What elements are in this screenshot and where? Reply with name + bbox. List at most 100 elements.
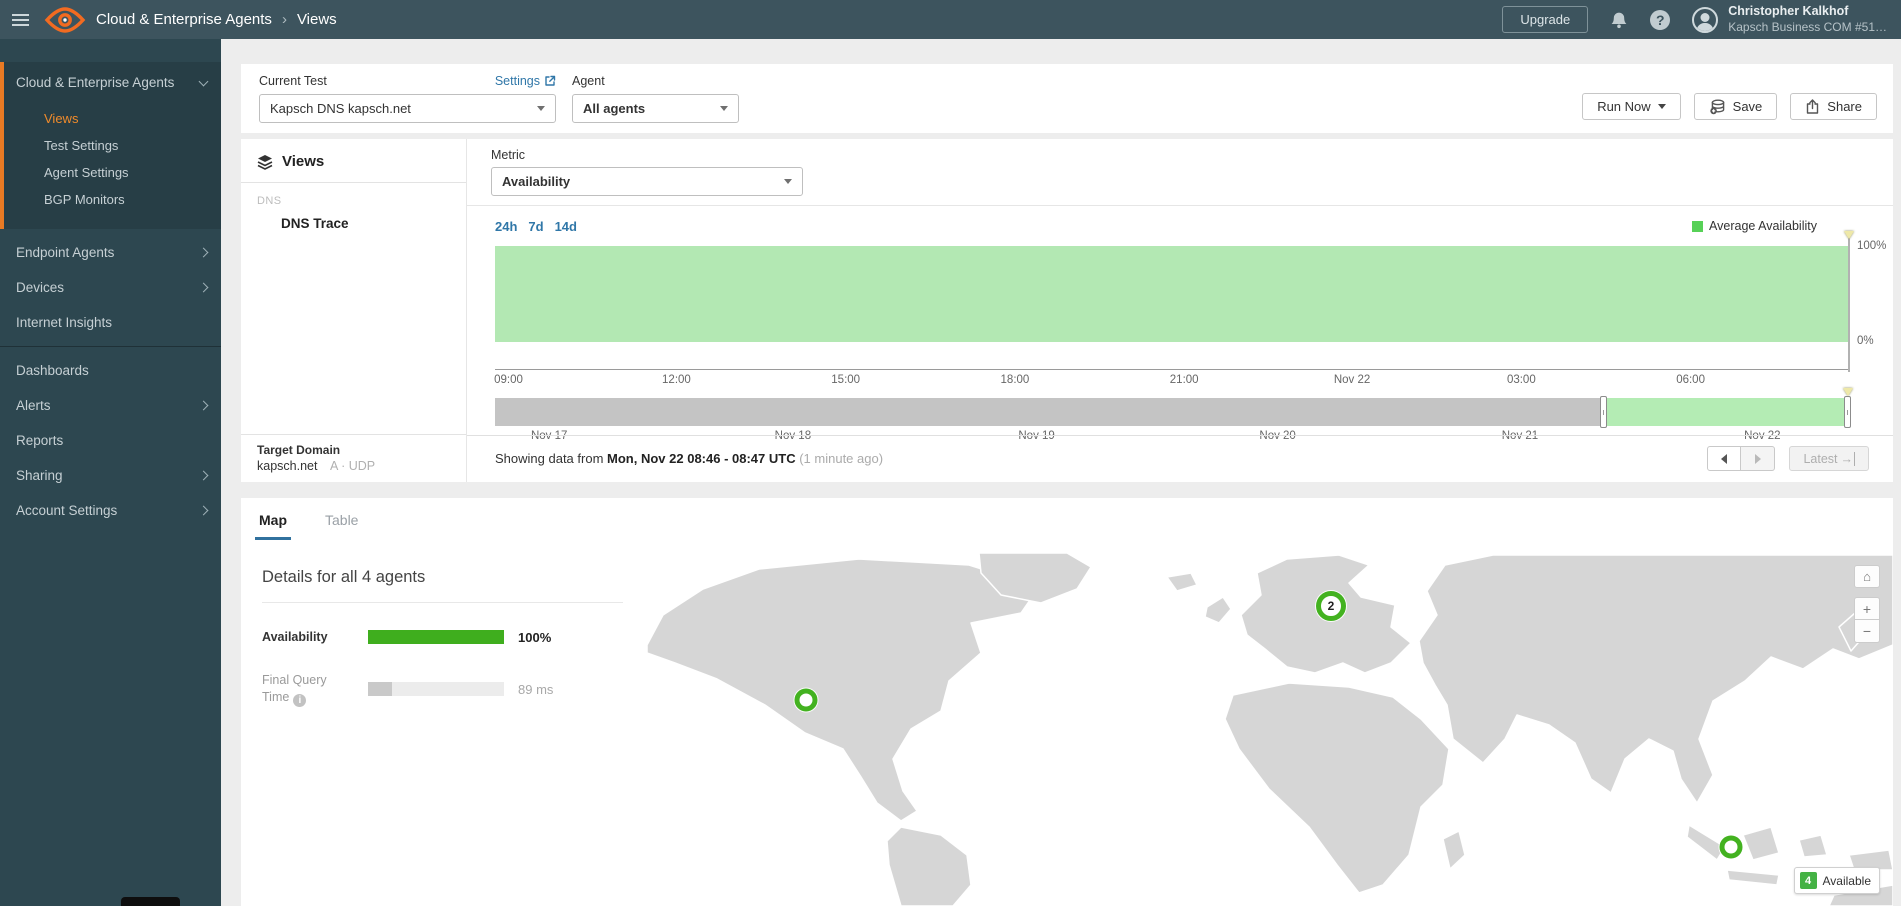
round-marker-icon[interactable] (1844, 231, 1854, 239)
metric-label: Metric (491, 148, 1869, 162)
brush-handle-right[interactable] (1844, 396, 1851, 428)
skip-to-latest-icon: → (1841, 452, 1856, 466)
availability-chart: 24h 7d 14d Average Availability 100% (467, 206, 1893, 443)
range-14d-link[interactable]: 14d (555, 219, 577, 234)
sidebar-item-reports[interactable]: Reports (0, 423, 221, 458)
available-count: 4 (1800, 872, 1817, 889)
sidebar-item-agent-settings[interactable]: Agent Settings (4, 159, 221, 186)
previous-round-button[interactable] (1707, 446, 1741, 471)
latest-button[interactable]: Latest→ (1789, 446, 1869, 471)
brush-handle-left[interactable] (1600, 396, 1607, 428)
sidebar-item-test-settings[interactable]: Test Settings (4, 132, 221, 159)
share-icon (1805, 99, 1820, 115)
range-24h-link[interactable]: 24h (495, 219, 517, 234)
agent-select[interactable]: All agents (572, 94, 739, 123)
agent-marker-southeast-asia[interactable] (1720, 836, 1743, 859)
y-axis-min: 0% (1857, 335, 1874, 347)
timeline-brush[interactable] (495, 398, 1849, 426)
test-toolbar: Current Test Settings Kapsch DNS kapsch.… (241, 64, 1893, 133)
current-test-label: Current Test (259, 74, 327, 88)
sidebar-item-cloud-enterprise-agents[interactable]: Cloud & Enterprise Agents (4, 75, 221, 90)
metric-select[interactable]: Availability (491, 167, 803, 196)
map-home-button[interactable]: ⌂ (1854, 565, 1880, 588)
sidebar-item-views[interactable]: Views (4, 105, 221, 132)
sidebar-item-account-settings[interactable]: Account Settings (0, 493, 221, 528)
header-actions: Upgrade ? Christopher Kalkhof Kapsch Bus… (1502, 4, 1901, 35)
user-account: Kapsch Business COM #51… (1728, 20, 1887, 35)
sidebar-item-dashboards[interactable]: Dashboards (0, 353, 221, 388)
target-domain-meta: A · UDP (330, 459, 375, 473)
bell-icon[interactable] (1610, 11, 1628, 29)
upgrade-button[interactable]: Upgrade (1502, 6, 1588, 33)
brush-selection[interactable] (1603, 398, 1848, 426)
caret-down-icon (784, 179, 792, 184)
help-icon[interactable]: ? (1650, 10, 1670, 30)
agent-marker-europe[interactable]: 2 (1316, 591, 1346, 621)
main-content: Current Test Settings Kapsch DNS kapsch.… (221, 39, 1901, 906)
metric-row-availability[interactable]: Availability 100% (262, 629, 623, 646)
round-pager (1707, 446, 1775, 471)
divider (262, 602, 623, 603)
agent-details-panel: Details for all 4 agents Availability 10… (241, 542, 647, 707)
breadcrumb-section[interactable]: Cloud & Enterprise Agents (96, 11, 272, 28)
x-tick: 03:00 (1507, 374, 1536, 386)
info-icon[interactable]: i (293, 694, 306, 707)
chevron-right-icon (199, 401, 209, 411)
views-panel-title: Views (282, 153, 324, 170)
agent-field: Agent All agents (572, 72, 739, 123)
layers-icon (257, 154, 273, 170)
x-tick: 09:00 (494, 374, 523, 386)
sidebar-item-endpoint-agents[interactable]: Endpoint Agents (0, 235, 221, 270)
agent-marker-north-america[interactable] (795, 689, 818, 712)
caret-down-icon (720, 106, 728, 111)
tab-table[interactable]: Table (323, 498, 360, 542)
user-info[interactable]: Christopher Kalkhof Kapsch Business COM … (1728, 4, 1887, 35)
menu-icon[interactable] (0, 0, 40, 39)
save-button[interactable]: Save (1694, 93, 1778, 120)
sidebar-item-sharing[interactable]: Sharing (0, 458, 221, 493)
view-item-dns-trace[interactable]: DNS Trace (241, 207, 466, 231)
range-7d-link[interactable]: 7d (528, 219, 543, 234)
share-button[interactable]: Share (1790, 93, 1877, 120)
test-settings-link[interactable]: Settings (495, 74, 556, 88)
current-test-select[interactable]: Kapsch DNS kapsch.net (259, 94, 556, 123)
tab-map[interactable]: Map (257, 498, 289, 542)
status-range: Mon, Nov 22 08:46 - 08:47 UTC (607, 451, 796, 466)
x-tick: 15:00 (831, 374, 860, 386)
available-label: Available (1823, 874, 1871, 888)
prev-round-icon (1721, 454, 1727, 464)
status-ago: (1 minute ago) (799, 451, 883, 466)
cutoff-chat-widget[interactable] (121, 897, 180, 906)
round-slider[interactable] (1848, 236, 1850, 372)
timeseries-plot[interactable]: 100% 0% (495, 240, 1849, 370)
next-round-icon (1755, 454, 1761, 464)
map-zoom-out-button[interactable]: − (1854, 620, 1880, 643)
external-link-icon (544, 75, 556, 87)
chevron-right-icon (199, 471, 209, 481)
map-zoom-in-button[interactable]: + (1854, 597, 1880, 620)
breadcrumb-page: Views (297, 11, 337, 28)
sidebar-item-bgp-monitors[interactable]: BGP Monitors (4, 186, 221, 213)
chart-legend[interactable]: Average Availability (1692, 219, 1849, 233)
views-group-label: DNS (241, 183, 466, 207)
zoom-out-icon: − (1863, 623, 1871, 639)
next-round-button[interactable] (1741, 446, 1775, 471)
avatar-icon[interactable] (1692, 7, 1718, 33)
sidebar-item-alerts[interactable]: Alerts (0, 388, 221, 423)
x-tick: 18:00 (1001, 374, 1030, 386)
sidebar-item-internet-insights[interactable]: Internet Insights (0, 305, 221, 340)
home-icon: ⌂ (1863, 569, 1871, 584)
world-map[interactable]: 2 ⌂ + − 4 Available (647, 553, 1893, 906)
sidebar-item-devices[interactable]: Devices (0, 270, 221, 305)
legend-swatch (1692, 221, 1703, 232)
caret-down-icon (537, 106, 545, 111)
breadcrumb-chevron-icon: › (282, 11, 287, 28)
round-marker-icon (1843, 388, 1853, 396)
run-now-button[interactable]: Run Now (1582, 93, 1680, 120)
target-domain-box: Target Domain kapsch.net A · UDP (241, 434, 466, 482)
chevron-right-icon (199, 248, 209, 258)
zoom-in-icon: + (1863, 601, 1871, 617)
metric-row-final-query-time[interactable]: Final Query Timei 89 ms (262, 672, 623, 707)
current-test-field: Current Test Settings Kapsch DNS kapsch.… (259, 72, 556, 123)
caret-down-icon (1658, 104, 1666, 109)
